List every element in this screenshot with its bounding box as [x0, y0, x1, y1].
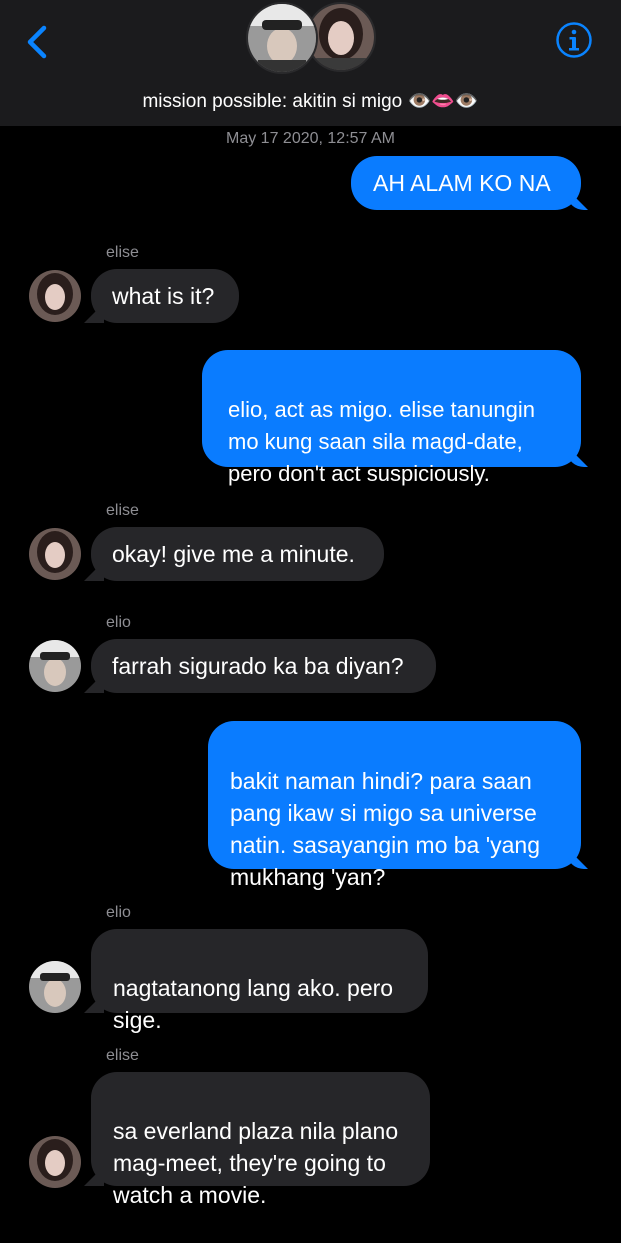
elise-avatar[interactable]: [29, 528, 81, 580]
elise-avatar[interactable]: [29, 270, 81, 322]
message-text: okay! give me a minute.: [112, 541, 355, 567]
outgoing-message-bubble[interactable]: elio, act as migo. elise tanungin mo kun…: [202, 350, 581, 486]
message-text: sa everland plaza nila plano mag-meet, t…: [113, 1118, 399, 1208]
message-text: bakit naman hindi? para saan pang ikaw s…: [230, 768, 540, 890]
elio-avatar[interactable]: [246, 2, 318, 74]
message-timestamp: May 17 2020, 12:57 AM: [226, 130, 395, 147]
message-text: nagtatanong lang ako. pero sige.: [113, 975, 394, 1033]
message-text: what is it?: [112, 283, 215, 309]
message-text: farrah sigurado ka ba diyan?: [112, 653, 404, 679]
conversation-header: mission possible: akitin si migo 👁️👄👁️: [0, 0, 621, 126]
info-circle-icon[interactable]: [555, 21, 593, 59]
sender-name: elise: [106, 244, 139, 261]
incoming-message-bubble[interactable]: farrah sigurado ka ba diyan?: [91, 639, 436, 693]
message-text: elio, act as migo. elise tanungin mo kun…: [228, 397, 535, 486]
incoming-message-bubble[interactable]: what is it?: [91, 269, 239, 323]
message-text: AH ALAM KO NA: [373, 170, 551, 196]
incoming-message-bubble[interactable]: okay! give me a minute.: [91, 527, 384, 581]
incoming-message-bubble[interactable]: sa everland plaza nila plano mag-meet, t…: [91, 1072, 430, 1208]
chevron-left-icon[interactable]: [24, 24, 54, 60]
sender-name: elise: [106, 1047, 139, 1064]
outgoing-message-bubble[interactable]: bakit naman hindi? para saan pang ikaw s…: [208, 721, 581, 890]
sender-name: elio: [106, 904, 131, 921]
elise-avatar[interactable]: [29, 1136, 81, 1188]
elio-avatar[interactable]: [29, 961, 81, 1013]
sender-name: elio: [106, 614, 131, 631]
incoming-message-bubble[interactable]: nagtatanong lang ako. pero sige.: [91, 929, 428, 1033]
group-title[interactable]: mission possible: akitin si migo 👁️👄👁️: [0, 89, 621, 113]
outgoing-message-bubble[interactable]: AH ALAM KO NA: [351, 156, 581, 210]
elio-avatar[interactable]: [29, 640, 81, 692]
sender-name: elise: [106, 502, 139, 519]
